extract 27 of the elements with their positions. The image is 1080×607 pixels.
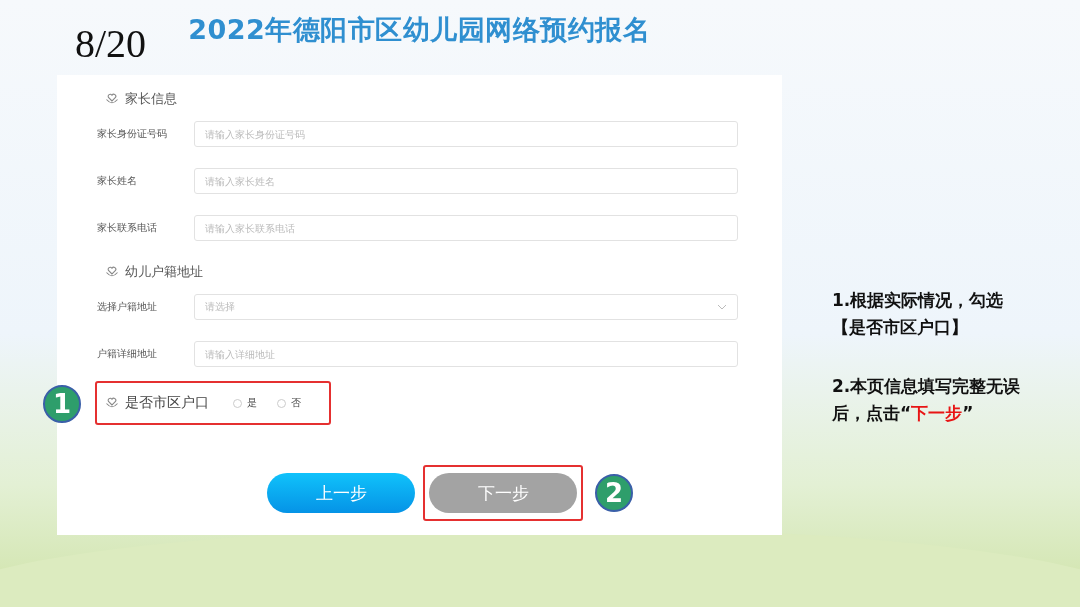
heart-icon bbox=[105, 92, 119, 106]
dropdown[interactable]: 请选择 bbox=[194, 294, 738, 320]
radio-option[interactable]: 是 bbox=[233, 396, 257, 410]
instruction-text: 2.本页信息填写完整无误后，点击“下一步” bbox=[832, 375, 1022, 425]
section-title: 家长信息 bbox=[125, 90, 177, 108]
slide-title: 2022年德阳市区幼儿园网络预约报名 bbox=[188, 13, 651, 47]
chevron-down-icon bbox=[717, 304, 727, 310]
field-label: 选择户籍地址 bbox=[97, 300, 158, 314]
radio-option[interactable]: 否 bbox=[277, 396, 301, 410]
input-field[interactable]: 请输入家长联系电话 bbox=[194, 215, 738, 241]
field-label: 家长联系电话 bbox=[97, 221, 158, 235]
input-field[interactable]: 请输入家长身份证号码 bbox=[194, 121, 738, 147]
previous-button[interactable]: 上一步 bbox=[267, 473, 415, 513]
radio-label: 是 bbox=[247, 396, 257, 410]
section-title: 幼儿户籍地址 bbox=[125, 263, 203, 281]
radio-label: 否 bbox=[291, 396, 301, 410]
step-badge: 1 bbox=[43, 385, 81, 423]
heart-icon bbox=[105, 396, 119, 410]
input-field[interactable]: 请输入家长姓名 bbox=[194, 168, 738, 194]
field-label: 家长姓名 bbox=[97, 174, 138, 188]
field-label: 家长身份证号码 bbox=[97, 127, 168, 141]
field-label: 户籍详细地址 bbox=[97, 347, 158, 361]
page-number: 8/20 bbox=[75, 22, 147, 66]
question-label: 是否市区户口 bbox=[125, 394, 209, 412]
heart-icon bbox=[105, 265, 119, 279]
instruction-text: 1.根据实际情况，勾选【是否市区户口】 bbox=[832, 289, 1005, 339]
step-badge: 2 bbox=[595, 474, 633, 512]
